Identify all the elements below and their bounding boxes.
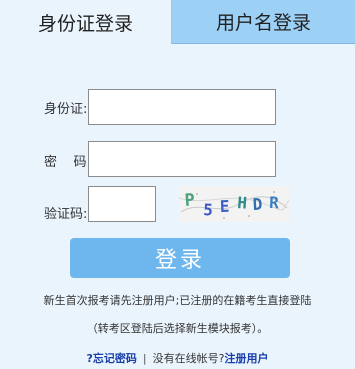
footer-links: ?忘记密码 | 没有在线帐号?注册用户 (0, 350, 355, 366)
login-panel: 身份证登录 用户名登录 身份证: 密 码: 验证码: P5EHDR 登录 新生首… (0, 0, 355, 369)
id-card-input[interactable] (88, 89, 276, 125)
captcha-char: 5 (203, 200, 214, 219)
forgot-password-link[interactable]: ?忘记密码 (87, 352, 137, 365)
captcha-label: 验证码: (44, 207, 88, 222)
login-button[interactable]: 登录 (70, 238, 290, 278)
notice-line-2: （转考区登陆后选择新生模块报考）。 (86, 322, 269, 335)
password-input[interactable] (88, 141, 276, 177)
tab-username-login[interactable]: 用户名登录 (172, 0, 355, 44)
no-account-text: 没有在线帐号? (152, 352, 225, 365)
tab-id-card-login[interactable]: 身份证登录 (0, 0, 172, 44)
captcha-char: D (252, 195, 263, 214)
id-card-label: 身份证: (44, 102, 88, 117)
captcha-image[interactable]: P5EHDR (179, 186, 289, 222)
captcha-input[interactable] (88, 186, 156, 222)
login-tabs: 身份证登录 用户名登录 (0, 0, 355, 44)
captcha-char: R (269, 193, 280, 212)
password-label: 密 码: (44, 155, 91, 170)
captcha-char: H (237, 193, 248, 213)
captcha-char: P (184, 190, 196, 211)
captcha-char: E (219, 197, 229, 216)
footer-separator: | (142, 352, 147, 365)
notice-line-1: 新生首次报考请先注册用户;已注册的在籍考生直接登陆 (43, 294, 312, 307)
register-link[interactable]: 注册用户 (224, 352, 268, 365)
